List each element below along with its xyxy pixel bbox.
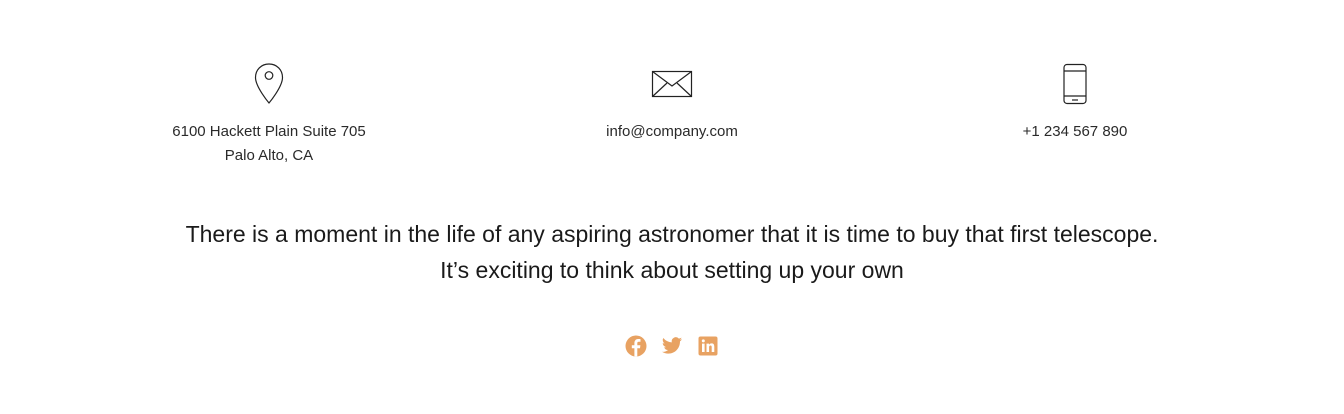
tagline-line-1: There is a moment in the life of any asp… [185,221,1159,247]
envelope-icon [502,62,842,108]
linkedin-link[interactable] [697,335,719,357]
twitter-link[interactable] [661,335,683,357]
tagline-line-2: It’s exciting to think about setting up … [440,257,904,283]
address-text: 6100 Hackett Plain Suite 705 Palo Alto, … [99,120,439,168]
address-line-1: 6100 Hackett Plain Suite 705 [172,123,366,140]
mobile-phone-icon [905,62,1245,108]
email-value[interactable]: info@company.com [502,120,842,144]
tagline: There is a moment in the life of any asp… [0,216,1344,288]
facebook-link[interactable] [625,335,647,357]
email-text: info@company.com [502,120,842,144]
contact-phone: +1 234 567 890 [905,62,1245,144]
linkedin-icon [697,335,719,357]
phone-value[interactable]: +1 234 567 890 [905,120,1245,144]
social-links [0,335,1344,357]
facebook-icon [625,335,647,357]
contact-info-section: 6100 Hackett Plain Suite 705 Palo Alto, … [0,0,1344,190]
phone-text: +1 234 567 890 [905,120,1245,144]
map-pin-icon [99,62,439,108]
contact-address: 6100 Hackett Plain Suite 705 Palo Alto, … [99,62,439,168]
address-line-2: Palo Alto, CA [224,147,314,164]
contact-email: info@company.com [502,62,842,144]
twitter-icon [661,335,683,357]
